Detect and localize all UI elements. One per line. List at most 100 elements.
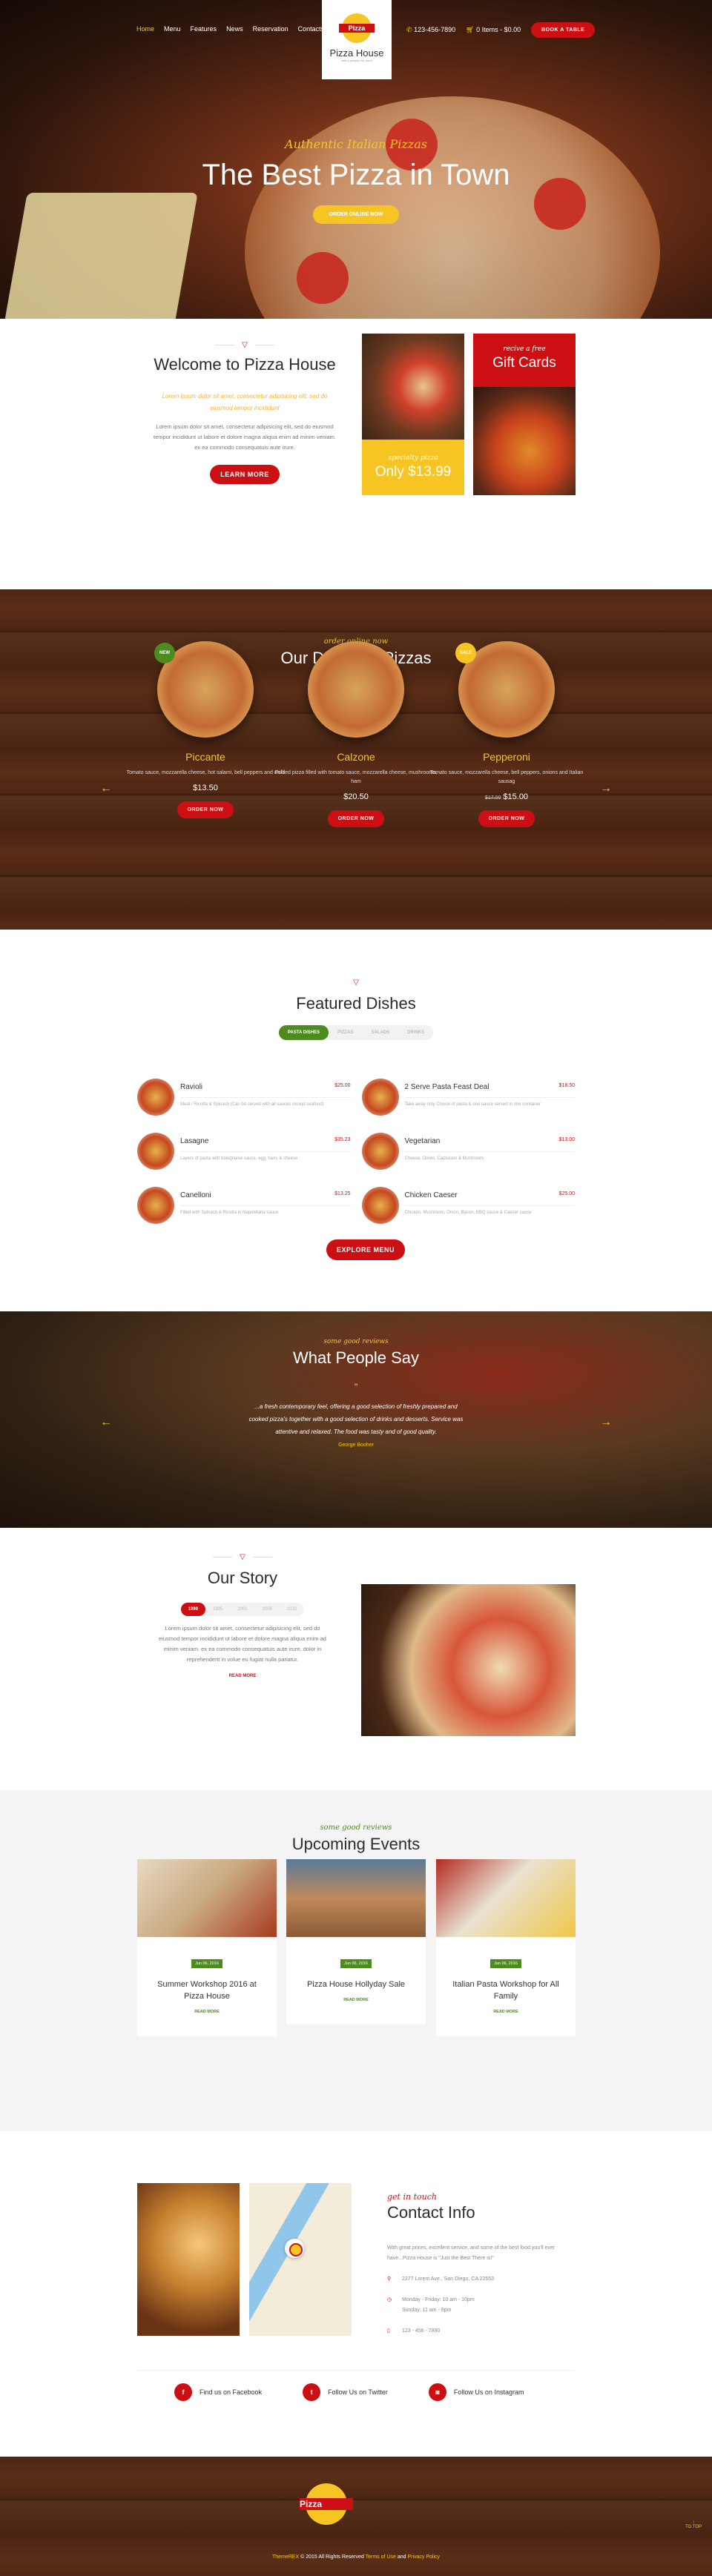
tab-drinks[interactable]: Drinks	[398, 1025, 433, 1040]
pizza-image: SALE	[455, 641, 555, 738]
location-map[interactable]	[249, 2183, 352, 2336]
dish-item[interactable]: 2 Serve Pasta Feast Deal $18.50 Take away …	[361, 1079, 575, 1119]
tab-year[interactable]: 2010	[280, 1603, 304, 1616]
read-more-link[interactable]: Read More	[157, 1674, 328, 1678]
footer-logo[interactable]: Pizza	[300, 2483, 353, 2529]
promo-subtitle: specialty pizza	[388, 454, 438, 462]
pizza-name: Calzone	[337, 751, 375, 763]
divider	[137, 2370, 575, 2371]
pizza-logo-icon: Pizza	[300, 2483, 353, 2525]
welcome-section: ▽ Welcome to Pizza House Lorem ipsum dol…	[0, 319, 712, 586]
next-arrow-icon[interactable]: →	[600, 782, 612, 795]
order-now-button[interactable]: Order Now	[478, 810, 535, 827]
event-card[interactable]: Jun 06, 2016 Pizza House Hollyday Sale R…	[286, 1859, 426, 2024]
our-story-section: ▽ Our Story 1990 1995 2001 2005 2010 Lor…	[0, 1531, 712, 1790]
tab-year[interactable]: 1995	[205, 1603, 230, 1616]
footer: Pizza ↑ TO TOP ThemeREX © 2015 All Rights…	[0, 2454, 712, 2576]
read-more-link[interactable]: Read More	[137, 2010, 277, 2014]
dish-item[interactable]: Canelloni $13.25 Filled with Spinach & Ric…	[137, 1187, 351, 1228]
tab-year[interactable]: 2001	[230, 1603, 254, 1616]
promo-pizza-image	[473, 387, 576, 495]
contact-intro: With great prices, excellent service, an…	[387, 2245, 556, 2261]
pizza-image	[308, 641, 404, 738]
book-table-button[interactable]: Book a Table	[531, 22, 596, 38]
dish-desc: Filled with Spinach & Ricotta in Napolet…	[180, 1211, 279, 1215]
next-arrow-icon[interactable]: →	[600, 1416, 612, 1429]
tab-year[interactable]: 1990	[180, 1603, 205, 1616]
story-title: Our Story	[207, 1569, 278, 1587]
welcome-title: Welcome to Pizza House	[154, 355, 336, 374]
dish-name: Vegetarian	[404, 1137, 441, 1145]
pizza-logo-icon: Pizza	[339, 13, 375, 43]
event-image	[286, 1859, 426, 1937]
dish-image	[361, 1187, 399, 1224]
read-more-link[interactable]: Read More	[286, 1998, 426, 2002]
dish-price: $18.50	[558, 1083, 575, 1088]
event-card[interactable]: Jun 06, 2016 Italian Pasta Workshop for …	[436, 1859, 576, 2036]
facebook-icon: f	[174, 2383, 192, 2401]
order-now-button[interactable]: Order Now	[177, 801, 234, 818]
tomato-image	[297, 252, 349, 304]
prev-arrow-icon[interactable]: ←	[100, 782, 112, 795]
read-more-link[interactable]: Read More	[436, 2010, 576, 2014]
twitter-link[interactable]: t Follow Us on Twitter	[303, 2383, 388, 2401]
learn-more-button[interactable]: Learn More	[210, 465, 280, 484]
contact-section: get in touch Contact Info With great pri…	[0, 2131, 712, 2454]
prev-arrow-icon[interactable]: ←	[100, 1416, 112, 1429]
welcome-body: Lorem ipsum dolor sit amet, consectetur …	[154, 423, 336, 451]
location-pin-icon: ⚲	[387, 2277, 392, 2282]
explore-menu-button[interactable]: Explore Menu	[326, 1239, 406, 1260]
phone-icon: ✆	[406, 26, 412, 33]
events-title: Upcoming Events	[291, 1835, 421, 1853]
terms-link[interactable]: Terms of Use	[366, 2555, 396, 2560]
dish-item[interactable]: Ravioli $25.00 Meat / Ricotta & Spinach (C…	[137, 1079, 351, 1119]
pizza-slice-icon: ▽	[240, 1553, 245, 1561]
map-pin-icon[interactable]	[285, 2239, 304, 2258]
tab-salads[interactable]: Salads	[362, 1025, 398, 1040]
event-card[interactable]: Jun 06, 2016 Summer Workshop 2016 at Piz…	[137, 1859, 277, 2036]
sale-badge: SALE	[455, 643, 476, 663]
pizza-name: Pepperoni	[483, 751, 530, 763]
facebook-link[interactable]: f Find us on Facebook	[174, 2383, 262, 2401]
nav-reservation[interactable]: Reservation	[253, 25, 289, 33]
pizzas-section: order online now Our Delicious Pizzas ← …	[0, 586, 712, 934]
dish-desc: Cheese, Olives, Capsicum & Mushroom	[404, 1156, 484, 1161]
order-now-button[interactable]: Order Now	[327, 810, 385, 827]
nav-home[interactable]: Home	[136, 25, 154, 33]
specialty-pizza-promo[interactable]: specialty pizza Only $13.99	[362, 334, 464, 495]
dish-desc: Take away only Choice of pasta & one sau…	[404, 1102, 541, 1107]
social-links: f Find us on Facebook t Follow Us on Twitt…	[174, 2383, 524, 2401]
testimonials-section: some good reviews What People Say ” ...a…	[0, 1308, 712, 1531]
to-top-button[interactable]: ↑ TO TOP	[685, 2520, 702, 2529]
phone-link[interactable]: ✆ 123-456-7890	[406, 26, 455, 34]
tab-year[interactable]: 2005	[255, 1603, 280, 1616]
nav-news[interactable]: News	[226, 25, 243, 33]
cart-link[interactable]: 🛒︎ 0 Items - $0.00	[466, 26, 521, 34]
dish-item[interactable]: Lasagne $35.23 Layers of pasta with bologn…	[137, 1133, 351, 1173]
nav-contacts[interactable]: Contacts	[298, 25, 325, 33]
featured-title: Featured Dishes	[296, 994, 416, 1013]
tab-pizzas[interactable]: Pizzas	[329, 1025, 362, 1040]
contact-title: Contact Info	[387, 2203, 475, 2222]
brand-name: Pizza House	[329, 47, 384, 59]
pizza-image: NEW	[154, 641, 254, 738]
tab-pasta-dishes[interactable]: Pasta Dishes	[278, 1025, 329, 1040]
pizza-card: SALE Pepperoni Tomato sauce, mozzarella …	[425, 641, 588, 827]
nav-features[interactable]: Features	[191, 25, 217, 33]
event-title: Pizza House Hollyday Sale	[306, 1980, 406, 1989]
dish-tabs: Pasta Dishes Pizzas Salads Drinks	[278, 1025, 434, 1040]
pizza-card: Calzone Folded pizza filled with tomato …	[274, 641, 438, 827]
gift-cards-promo[interactable]: recive a free Gift Cards	[473, 334, 576, 495]
testimonials-subtitle: some good reviews	[323, 1338, 389, 1345]
privacy-link[interactable]: Privacy Policy	[407, 2555, 440, 2560]
promo-subtitle: recive a free	[503, 345, 546, 353]
dish-price: $25.00	[334, 1083, 351, 1088]
nav-menu[interactable]: Menu	[164, 25, 181, 33]
copyright: ThemeREX © 2015 All Rights Reserved Term…	[271, 2555, 441, 2560]
dish-item[interactable]: Chicken Caeser $25.00 Chicken, Mushroom, O…	[361, 1187, 575, 1228]
dish-item[interactable]: Vegetarian $13.00 Cheese, Olives, Capsicum…	[361, 1133, 575, 1173]
brand-link[interactable]: ThemeREX	[272, 2555, 299, 2560]
order-online-button[interactable]: Order Online Now	[312, 205, 400, 224]
instagram-link[interactable]: ◙ Follow Us on Instagram	[428, 2383, 524, 2401]
site-logo[interactable]: Pizza Pizza House with a passion for piz…	[322, 0, 392, 79]
